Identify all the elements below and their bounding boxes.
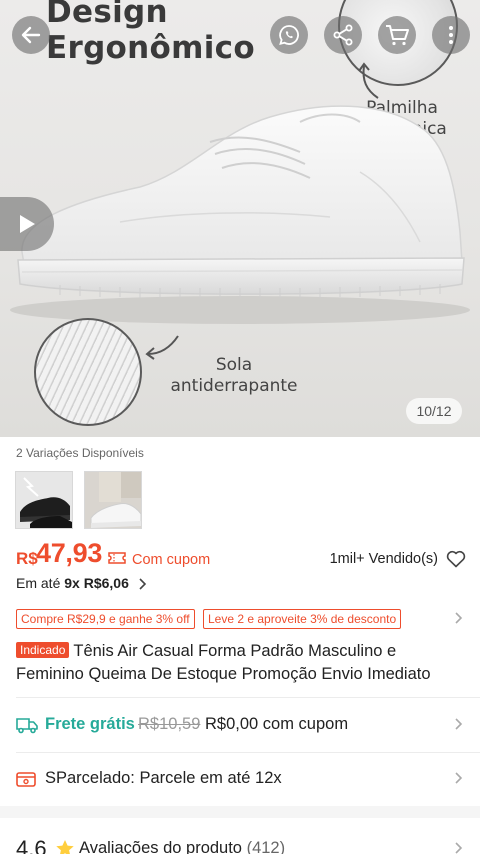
truck-icon bbox=[16, 718, 38, 734]
cart-button[interactable] bbox=[378, 16, 416, 54]
play-icon bbox=[20, 215, 35, 233]
chevron-right-icon[interactable] bbox=[453, 611, 463, 625]
star-icon bbox=[56, 840, 74, 854]
product-image-gallery[interactable]: Design Ergonômico Palmilha anatômica bbox=[0, 0, 480, 437]
whatsapp-button[interactable] bbox=[270, 16, 308, 54]
more-options-button[interactable] bbox=[432, 16, 470, 54]
back-arrow-icon bbox=[21, 26, 41, 44]
more-vertical-icon bbox=[449, 26, 453, 44]
parcelado-label: SParcelado: Parcele em até 12x bbox=[45, 769, 282, 787]
shipping-old-price: R$10,59 bbox=[138, 715, 201, 733]
white-sneaker-image bbox=[85, 472, 141, 528]
hero-title: Design Ergonômico bbox=[46, 0, 255, 66]
product-title-text: Tênis Air Casual Forma Padrão Masculino … bbox=[16, 642, 431, 683]
favorite-heart-icon[interactable] bbox=[446, 550, 466, 568]
promo-tag-bundle[interactable]: Leve 2 e aproveite 3% de desconto bbox=[203, 609, 402, 629]
chevron-right-icon bbox=[139, 578, 147, 590]
cart-icon bbox=[386, 25, 409, 46]
sneaker-image bbox=[10, 105, 470, 324]
sold-count: 1mil+ Vendido(s) bbox=[329, 551, 438, 567]
whatsapp-icon bbox=[279, 25, 299, 45]
variation-thumbnail-black[interactable] bbox=[15, 471, 73, 529]
rating-score: 4.6 bbox=[16, 836, 47, 854]
shipping-new-price: R$0,00 com cupom bbox=[205, 715, 349, 733]
share-icon bbox=[333, 24, 353, 46]
callout-outsole: Sola antiderrapante bbox=[170, 355, 298, 396]
black-sneaker-image bbox=[16, 472, 72, 528]
chevron-right-icon bbox=[455, 772, 463, 784]
play-video-button[interactable] bbox=[0, 197, 54, 251]
image-counter: 10/12 bbox=[406, 398, 462, 424]
chevron-right-icon bbox=[455, 842, 463, 854]
divider bbox=[16, 752, 480, 753]
chevron-right-icon bbox=[455, 718, 463, 730]
section-divider bbox=[0, 806, 480, 818]
promo-tag-spend[interactable]: Compre R$29,9 e ganhe 3% off bbox=[16, 609, 195, 629]
indicado-badge: Indicado bbox=[16, 642, 70, 658]
installments-info[interactable]: Em até 9x R$6,06 bbox=[16, 575, 129, 591]
variations-label: 2 Variações Disponíveis bbox=[16, 446, 144, 460]
reviews-count: (412) bbox=[246, 839, 286, 854]
installment-wallet-icon bbox=[16, 772, 36, 787]
share-button[interactable] bbox=[324, 16, 362, 54]
price-currency: R$ bbox=[16, 549, 38, 568]
price-value: 47,93 bbox=[36, 538, 103, 568]
product-title: Indicado Tênis Air Casual Forma Padrão Ma… bbox=[16, 640, 468, 686]
reviews-label: Avaliações do produto (412) bbox=[79, 839, 285, 854]
back-button[interactable] bbox=[12, 16, 50, 54]
coupon-icon bbox=[108, 552, 126, 564]
divider bbox=[16, 697, 480, 698]
outsole-detail-circle bbox=[34, 318, 142, 426]
variation-thumbnail-white[interactable] bbox=[84, 471, 142, 529]
free-shipping-label: Frete grátis bbox=[45, 715, 135, 733]
coupon-label: Com cupom bbox=[132, 552, 211, 568]
price-row: R$ 47,93 Com cupom 1mil+ Vendido(s) bbox=[16, 538, 466, 572]
